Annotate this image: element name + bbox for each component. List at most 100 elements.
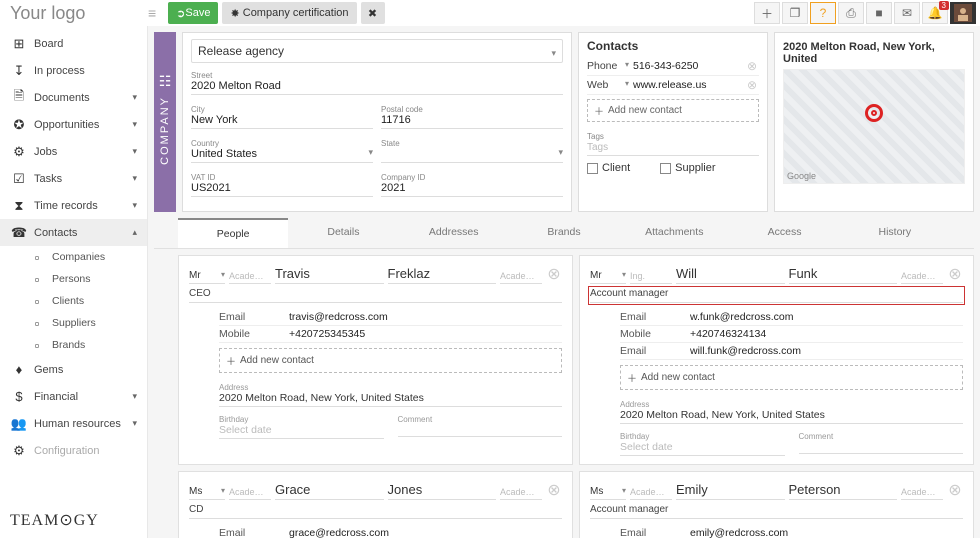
contact-type[interactable]: Email: [620, 345, 690, 357]
sidebar-subitem-clients[interactable]: ▫Clients: [0, 290, 147, 312]
tab-attachments[interactable]: Attachments: [619, 218, 729, 248]
academic-suffix-input[interactable]: Acade…: [500, 487, 542, 500]
delete-person-icon[interactable]: ⊗: [947, 480, 963, 500]
company-certification-button[interactable]: ✸ Company certification: [222, 2, 356, 24]
contact-type[interactable]: Email: [620, 527, 690, 538]
company-name-field[interactable]: Release agency: [191, 39, 563, 63]
sidebar-item-jobs[interactable]: ⚙ Jobs ▾: [0, 138, 147, 165]
sidebar-item-opportunities[interactable]: ✪ Opportunities ▾: [0, 111, 147, 138]
help-icon[interactable]: ?: [810, 2, 836, 24]
birthday-input[interactable]: Select date: [219, 424, 384, 439]
state-field[interactable]: State: [381, 137, 563, 163]
contact-type[interactable]: Email: [620, 311, 690, 323]
tab-access[interactable]: Access: [729, 218, 839, 248]
tools-button[interactable]: ✖: [361, 2, 385, 24]
company-id-field[interactable]: Company ID 2021: [381, 171, 563, 197]
academic-prefix-input[interactable]: Acade…: [630, 487, 672, 500]
contact-value[interactable]: w.funk@redcross.com: [690, 311, 963, 323]
sidebar-item-time-records[interactable]: ⧗ Time records ▾: [0, 192, 147, 219]
delete-person-icon[interactable]: ⊗: [947, 264, 963, 284]
last-name-input[interactable]: Jones: [388, 482, 497, 500]
academic-suffix-input[interactable]: Acade…: [901, 487, 943, 500]
academic-suffix-input[interactable]: Acade…: [901, 271, 943, 284]
sidebar-subitem-companies[interactable]: ▫Companies: [0, 246, 147, 268]
contact-value[interactable]: +420746324134: [690, 328, 963, 340]
sidebar-item-gems[interactable]: ♦ Gems: [0, 356, 147, 383]
sidebar-subitem-brands[interactable]: ▫Brands: [0, 334, 147, 356]
contact-type[interactable]: Mobile: [620, 328, 690, 340]
tags-input[interactable]: Tags: [587, 141, 759, 156]
menu-toggle-icon[interactable]: ≡: [140, 5, 164, 21]
notifications-icon[interactable]: 🔔 3: [922, 2, 948, 24]
contact-value[interactable]: 516-343-6250: [633, 60, 745, 72]
first-name-input[interactable]: Will: [676, 266, 785, 284]
delete-person-icon[interactable]: ⊗: [546, 480, 562, 500]
contact-type-select[interactable]: Phone: [587, 60, 633, 72]
contact-type[interactable]: Mobile: [219, 328, 289, 340]
sidebar-subitem-persons[interactable]: ▫Persons: [0, 268, 147, 290]
print-icon[interactable]: ⎙: [838, 2, 864, 24]
comment-input[interactable]: [398, 424, 563, 437]
contact-value[interactable]: grace@redcross.com: [289, 527, 562, 538]
contact-type[interactable]: Email: [219, 311, 289, 323]
sidebar-item-documents[interactable]: 🗎 Documents ▾: [0, 84, 147, 111]
contact-value[interactable]: www.release.us: [633, 79, 745, 91]
map-canvas[interactable]: Google: [783, 69, 965, 184]
academic-prefix-input[interactable]: Acade…: [229, 487, 271, 500]
academic-suffix-input[interactable]: Acade…: [500, 271, 542, 284]
academic-prefix-input[interactable]: Ing.: [630, 271, 672, 284]
role-input[interactable]: CEO: [189, 288, 562, 303]
delete-person-icon[interactable]: ⊗: [546, 264, 562, 284]
comment-input[interactable]: [799, 441, 964, 454]
tab-people[interactable]: People: [178, 218, 288, 248]
add-icon[interactable]: ＋: [754, 2, 780, 24]
contact-type-select[interactable]: Web: [587, 79, 633, 91]
save-button[interactable]: ➲ Save: [168, 2, 218, 24]
last-name-input[interactable]: Funk: [789, 266, 898, 284]
sidebar-item-configuration[interactable]: ⚙ Configuration: [0, 437, 147, 464]
role-input[interactable]: Account manager: [590, 504, 963, 519]
sidebar-item-board[interactable]: ⊞ Board: [0, 30, 147, 57]
street-field[interactable]: Street 2020 Melton Road: [191, 69, 563, 95]
sidebar-item-contacts[interactable]: ☎ Contacts ▴: [0, 219, 147, 246]
contact-value[interactable]: emily@redcross.com: [690, 527, 963, 538]
sidebar-subitem-suppliers[interactable]: ▫Suppliers: [0, 312, 147, 334]
sidebar-item-financial[interactable]: $ Financial ▾: [0, 383, 147, 410]
tab-addresses[interactable]: Addresses: [399, 218, 509, 248]
user-avatar[interactable]: [950, 2, 976, 24]
last-name-input[interactable]: Freklaz: [388, 266, 497, 284]
add-person-contact-button[interactable]: ＋Add new contact: [620, 365, 963, 390]
academic-prefix-input[interactable]: Acade…: [229, 271, 271, 284]
tab-history[interactable]: History: [840, 218, 950, 248]
birthday-input[interactable]: Select date: [620, 441, 785, 456]
first-name-input[interactable]: Grace: [275, 482, 384, 500]
role-input[interactable]: CD: [189, 504, 562, 519]
contact-value[interactable]: will.funk@redcross.com: [690, 345, 963, 357]
title-select[interactable]: Mr: [189, 270, 225, 284]
delete-contact-icon[interactable]: ⊗: [745, 78, 759, 92]
tab-details[interactable]: Details: [288, 218, 398, 248]
first-name-input[interactable]: Emily: [676, 482, 785, 500]
client-checkbox[interactable]: Client: [587, 162, 630, 174]
sidebar-item-tasks[interactable]: ☑ Tasks ▾: [0, 165, 147, 192]
address-value[interactable]: 2020 Melton Road, New York, United State…: [620, 409, 963, 424]
title-select[interactable]: Ms: [189, 486, 225, 500]
add-company-contact-button[interactable]: ＋ Add new contact: [587, 99, 759, 122]
title-select[interactable]: Ms: [590, 486, 626, 500]
video-icon[interactable]: ■: [866, 2, 892, 24]
role-input[interactable]: Account manager: [590, 288, 963, 303]
contact-value[interactable]: travis@redcross.com: [289, 311, 562, 323]
city-field[interactable]: City New York: [191, 103, 373, 129]
last-name-input[interactable]: Peterson: [789, 482, 898, 500]
address-value[interactable]: 2020 Melton Road, New York, United State…: [219, 392, 562, 407]
company-vertical-tab[interactable]: ☷ COMPANY: [154, 32, 176, 212]
copy-icon[interactable]: ❐: [782, 2, 808, 24]
contact-type[interactable]: Email: [219, 527, 289, 538]
sidebar-item-human-resources[interactable]: 👥 Human resources ▾: [0, 410, 147, 437]
postal-field[interactable]: Postal code 11716: [381, 103, 563, 129]
delete-contact-icon[interactable]: ⊗: [745, 59, 759, 73]
tab-brands[interactable]: Brands: [509, 218, 619, 248]
country-field[interactable]: Country United States: [191, 137, 373, 163]
supplier-checkbox[interactable]: Supplier: [660, 162, 715, 174]
vat-field[interactable]: VAT ID US2021: [191, 171, 373, 197]
